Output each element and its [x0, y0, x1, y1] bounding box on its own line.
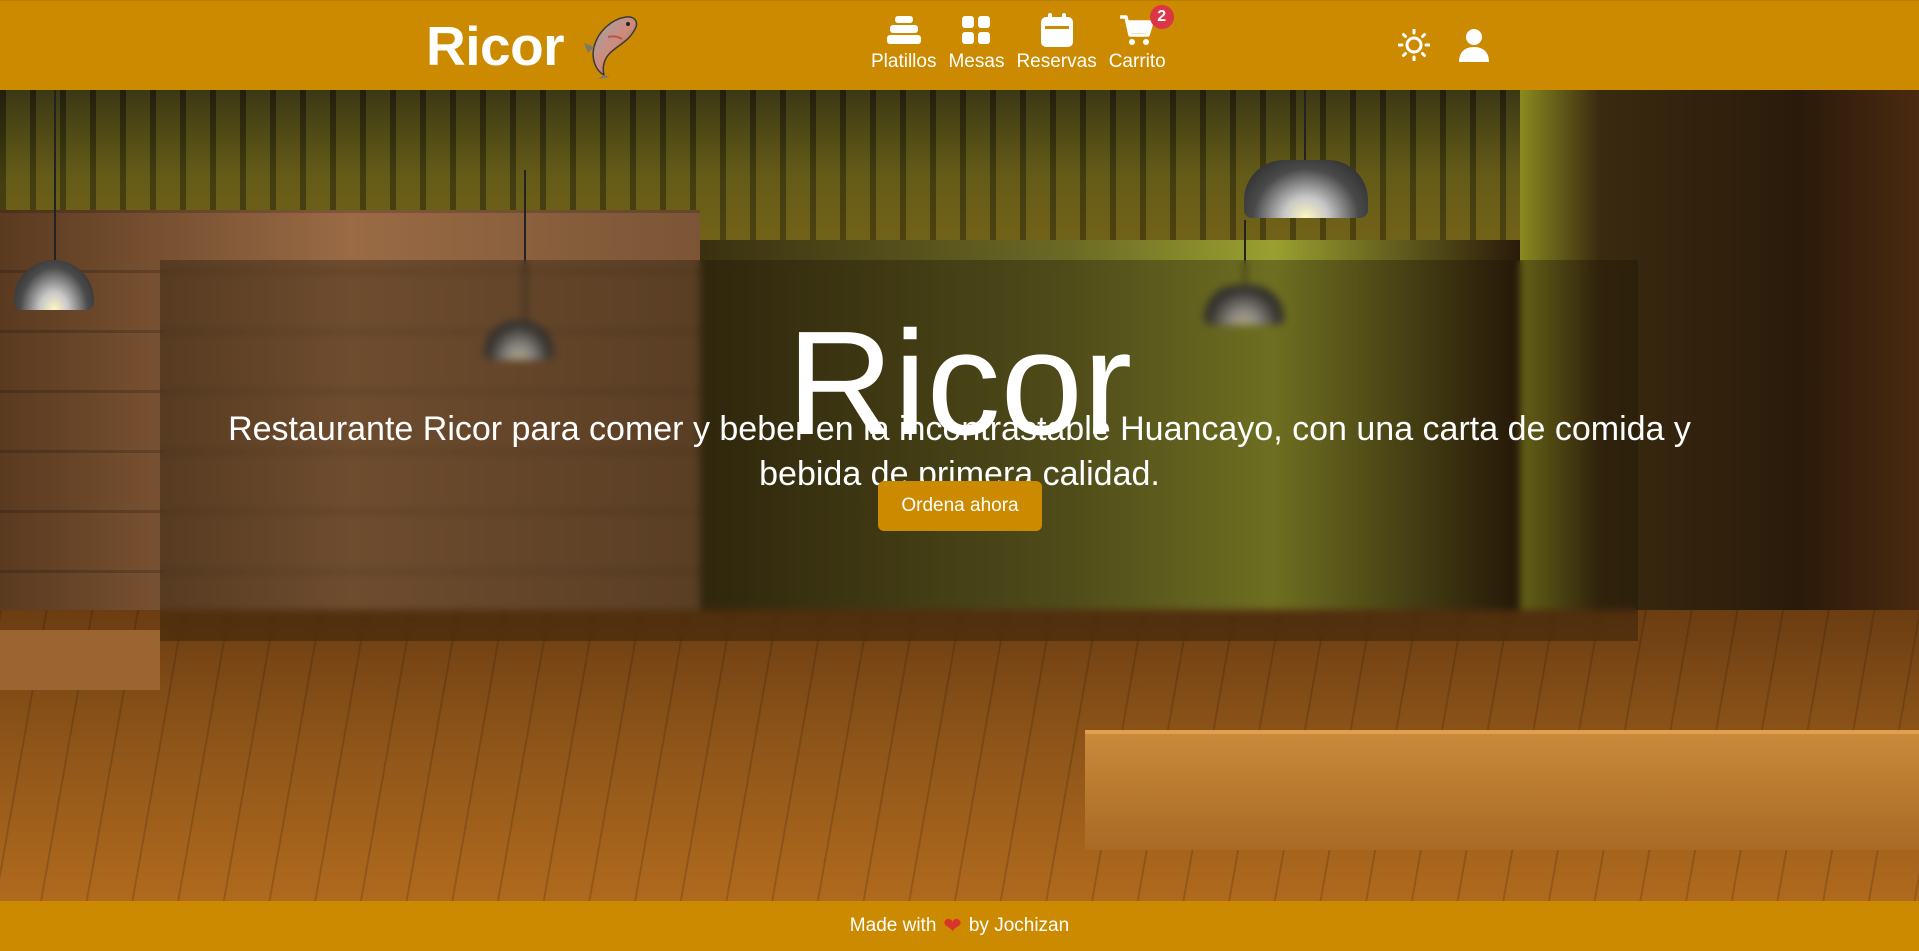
- brand-link[interactable]: Ricor: [426, 13, 640, 79]
- sun-icon[interactable]: [1396, 27, 1432, 63]
- grid-icon: [959, 13, 993, 47]
- lamp-cord: [1304, 90, 1306, 160]
- user-icon[interactable]: [1456, 27, 1492, 63]
- calendar-icon: [1040, 13, 1074, 47]
- header-actions: [1396, 27, 1492, 63]
- nav-mesas[interactable]: Mesas: [942, 13, 1010, 73]
- brand-name: Ricor: [426, 15, 565, 77]
- nav-carrito[interactable]: Carrito 2: [1103, 5, 1174, 73]
- trout-logo-icon: [584, 16, 638, 79]
- nav-reservas[interactable]: Reservas: [1010, 13, 1102, 73]
- nav-platillos-label: Platillos: [871, 51, 937, 72]
- main-nav: Platillos Mesas Reservas Carrito 2: [865, 5, 1174, 73]
- order-now-button[interactable]: Ordena ahora: [878, 481, 1042, 531]
- hero-background-table: [1085, 730, 1919, 850]
- cart-count-badge: 2: [1149, 5, 1174, 29]
- nav-mesas-label: Mesas: [948, 51, 1005, 72]
- footer: Made with ❤ by Jochizan: [0, 901, 1919, 951]
- hero-background-table: [0, 630, 160, 690]
- lamp-cord: [54, 90, 56, 260]
- dishes-icon: [886, 13, 921, 47]
- navbar: Ricor Platillos Mesas Reservas Carrito 2: [0, 0, 1919, 90]
- footer-made-with: Made with: [849, 915, 937, 936]
- nav-carrito-label: Carrito: [1108, 51, 1166, 72]
- nav-reservas-label: Reservas: [1016, 51, 1097, 72]
- footer-author: by Jochizan: [968, 915, 1070, 936]
- nav-platillos[interactable]: Platillos: [865, 13, 942, 73]
- heart-icon: ❤: [943, 913, 962, 938]
- pendant-lamp-icon: [1244, 160, 1368, 218]
